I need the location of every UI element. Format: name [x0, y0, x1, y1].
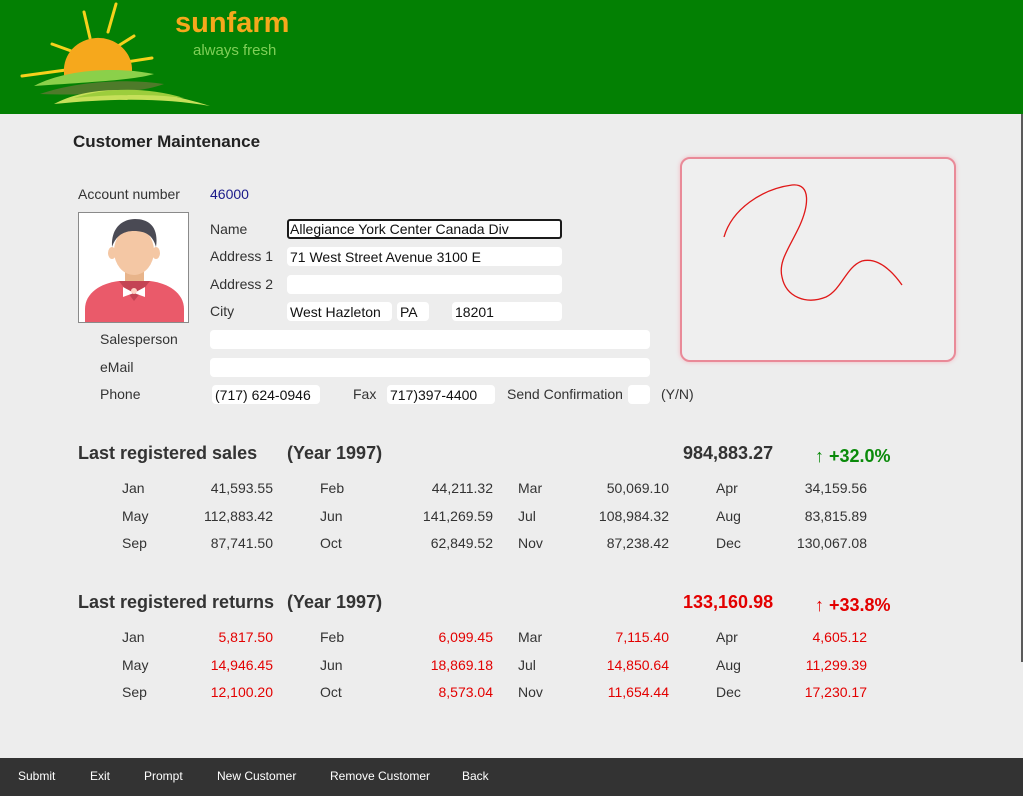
- month-label: Dec: [716, 535, 741, 551]
- month-label: Jul: [518, 656, 536, 673]
- address1-field[interactable]: [287, 247, 562, 266]
- city-label: City: [210, 303, 235, 319]
- zip-field[interactable]: [452, 302, 562, 321]
- returns-section-title: Last registered returns: [78, 592, 275, 612]
- salesperson-label: Salesperson: [100, 331, 178, 347]
- signature-pad[interactable]: [680, 157, 956, 362]
- sales-section-title: Last registered sales: [78, 443, 258, 463]
- month-value: 7,115.40: [615, 629, 669, 645]
- month-value: 14,946.45: [210, 656, 273, 673]
- sales-change: ↑ +32.0%: [815, 446, 891, 466]
- month-label: May: [122, 507, 149, 524]
- month-value: 141,269.59: [422, 507, 493, 524]
- signature-stroke: [723, 184, 903, 301]
- address2-label: Address 2: [210, 276, 274, 292]
- app-header: sunfarm always fresh: [0, 0, 1023, 114]
- month-value: 18,869.18: [430, 656, 493, 673]
- phone-field[interactable]: [212, 385, 320, 404]
- customer-avatar-icon: [78, 212, 189, 323]
- month-label: Dec: [716, 684, 741, 700]
- month-label: Sep: [122, 684, 147, 700]
- new-customer-button[interactable]: New Customer: [217, 769, 296, 783]
- month-label: Sep: [122, 535, 147, 551]
- month-label: Jul: [518, 507, 536, 524]
- fax-field[interactable]: [387, 385, 495, 404]
- month-value: 17,230.17: [804, 684, 867, 700]
- exit-button[interactable]: Exit: [90, 769, 110, 783]
- page-title: Customer Maintenance: [73, 132, 261, 151]
- month-label: Jun: [320, 507, 343, 524]
- month-value: 112,883.42: [203, 507, 273, 524]
- month-value: 34,159.56: [804, 480, 867, 496]
- account-number-label: Account number: [78, 186, 180, 202]
- month-label: Apr: [716, 480, 738, 496]
- fax-label: Fax: [353, 386, 377, 402]
- month-label: Jun: [320, 656, 343, 673]
- month-label: May: [122, 656, 149, 673]
- month-value: 5,817.50: [218, 629, 274, 645]
- month-label: Oct: [320, 535, 342, 551]
- month-label: Mar: [518, 480, 543, 496]
- brand-name: sunfarm: [175, 7, 290, 39]
- salesperson-field[interactable]: [210, 330, 650, 349]
- month-label: Nov: [518, 684, 543, 700]
- month-value: 14,850.64: [606, 656, 669, 673]
- name-field[interactable]: [287, 219, 562, 239]
- month-value: 50,069.10: [606, 480, 669, 496]
- month-value: 83,815.89: [804, 507, 867, 524]
- month-label: Jan: [122, 480, 145, 496]
- month-label: Oct: [320, 684, 342, 700]
- email-label: eMail: [100, 359, 134, 375]
- month-value: 6,099.45: [438, 629, 494, 645]
- month-value: 11,299.39: [805, 656, 867, 673]
- month-label: Aug: [716, 656, 741, 673]
- returns-total: 133,160.98: [683, 592, 774, 612]
- state-field[interactable]: [397, 302, 429, 321]
- month-value: 41,593.55: [210, 480, 273, 496]
- month-value: 44,211.32: [431, 480, 493, 496]
- footer-toolbar: Submit Exit Prompt New Customer Remove C…: [0, 758, 1023, 796]
- phone-label: Phone: [100, 386, 141, 402]
- address1-label: Address 1: [210, 248, 274, 264]
- month-label: Apr: [716, 629, 738, 645]
- month-value: 11,654.44: [607, 684, 669, 700]
- send-confirmation-hint: (Y/N): [661, 386, 694, 402]
- sales-total: 984,883.27: [683, 443, 774, 463]
- send-confirmation-label: Send Confirmation: [507, 386, 623, 402]
- month-label: Mar: [518, 629, 543, 645]
- month-label: Aug: [716, 507, 741, 524]
- email-field[interactable]: [210, 358, 650, 377]
- month-value: 130,067.08: [796, 535, 867, 551]
- account-number-value: 46000: [210, 186, 249, 202]
- city-field[interactable]: [287, 302, 392, 321]
- send-confirmation-field[interactable]: [628, 385, 650, 404]
- month-label: Feb: [320, 629, 345, 645]
- month-value: 108,984.32: [598, 507, 669, 524]
- month-value: 4,605.12: [812, 629, 868, 645]
- month-label: Jan: [122, 629, 145, 645]
- month-value: 87,238.42: [606, 535, 669, 551]
- month-label: Nov: [518, 535, 543, 551]
- month-value: 87,741.50: [210, 535, 273, 551]
- returns-year: (Year 1997): [287, 592, 383, 612]
- month-label: Feb: [320, 480, 345, 496]
- name-label: Name: [210, 221, 248, 237]
- month-value: 12,100.20: [210, 684, 273, 700]
- submit-button[interactable]: Submit: [18, 769, 55, 783]
- month-value: 62,849.52: [430, 535, 493, 551]
- brand-tagline: always fresh: [193, 42, 277, 59]
- address2-field[interactable]: [287, 275, 562, 294]
- back-button[interactable]: Back: [462, 769, 489, 783]
- prompt-button[interactable]: Prompt: [144, 769, 183, 783]
- sales-year: (Year 1997): [287, 443, 383, 463]
- month-value: 8,573.04: [438, 684, 494, 700]
- returns-change: ↑ +33.8%: [815, 595, 891, 615]
- remove-customer-button[interactable]: Remove Customer: [330, 769, 430, 783]
